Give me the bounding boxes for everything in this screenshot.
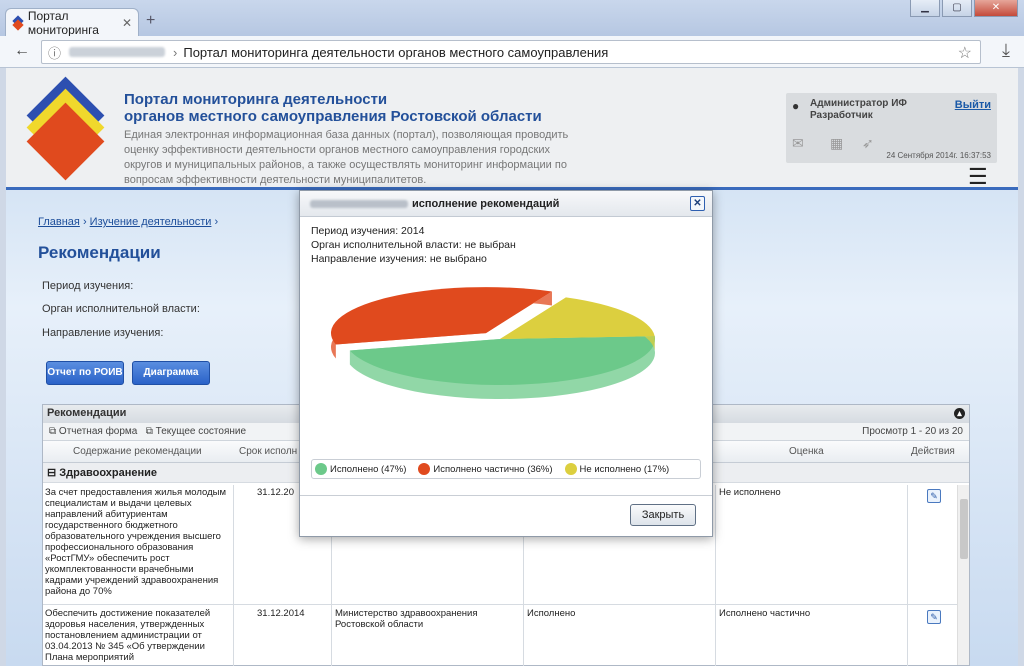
portal-title-line1: Портал мониторинга деятельности <box>124 91 388 108</box>
collapse-icon[interactable]: ▴ <box>954 408 965 419</box>
user-name: Администратор ИФ Разработчик <box>810 98 907 121</box>
browser-window: Портал мониторинга ✕ + ▁ ▢ ✕ ← ⓘ › Порта… <box>0 0 1024 666</box>
dialog-period: Период изучения: 2014 <box>311 225 425 237</box>
dialog-close-icon[interactable]: ✕ <box>690 196 705 211</box>
legend-dot <box>315 463 327 475</box>
bookmark-star-icon[interactable]: ☆ <box>958 43 972 63</box>
legend-item[interactable]: Исполнено частично (36%) <box>418 463 553 475</box>
address-page-title: Портал мониторинга деятельности органов … <box>183 44 609 60</box>
row-term: 31.12.20 <box>257 487 294 498</box>
breadcrumb: Главная › Изучение деятельности › <box>38 216 219 228</box>
breadcrumb-home[interactable]: Главная <box>38 216 80 228</box>
legend-label: Исполнено частично (36%) <box>433 463 553 475</box>
datetime: 24 Сентября 2014г. 16:37:53 <box>886 151 991 160</box>
filter-organ-label: Орган исполнительной власти: <box>42 303 200 315</box>
pie-chart <box>330 287 655 399</box>
portal-title-line2: органов местного самоуправления Ростовск… <box>124 108 542 125</box>
address-bar[interactable]: ⓘ › Портал мониторинга деятельности орга… <box>41 40 981 64</box>
menu-icon[interactable]: ☰ <box>968 166 988 188</box>
row-content: Обеспечить достижение показателей здоров… <box>45 608 211 663</box>
dialog-title-blurred <box>310 200 408 209</box>
maximize-button[interactable]: ▢ <box>942 0 972 17</box>
grid-scrollbar[interactable] <box>957 485 969 665</box>
site-logo <box>26 76 106 181</box>
dialog-organ: Орган исполнительной власти: не выбран <box>311 239 516 251</box>
current-state-link[interactable]: ⧉ Текущее состояние <box>146 426 246 437</box>
row-organ: Министерство здравоохранения Ростовской … <box>335 608 478 630</box>
col-actions: Действия <box>911 446 955 457</box>
legend-dot <box>564 463 577 475</box>
edit-icon[interactable]: ✎ <box>927 489 941 503</box>
window-controls: ▁ ▢ ✕ <box>910 0 1018 17</box>
chart-legend: Исполнено (47%) Исполнено частично (36%) Н… <box>311 459 701 479</box>
tab-close-icon[interactable]: ✕ <box>122 16 132 30</box>
tab-title: Портал мониторинга <box>27 8 99 37</box>
back-arrow-icon[interactable]: ← <box>14 42 30 60</box>
dialog-info: Период изучения: 2014 Орган исполнительн… <box>311 224 516 266</box>
report-form-link[interactable]: ⧉ Отчетная форма <box>49 426 137 437</box>
paging-info: Просмотр 1 - 20 из 20 <box>862 426 963 437</box>
page-info-icon[interactable]: ⓘ <box>48 43 61 62</box>
new-tab-button[interactable]: + <box>146 12 155 30</box>
filter-period-label: Период изучения: <box>42 280 134 292</box>
filter-direction-label: Направление изучения: <box>42 327 164 339</box>
dialog-direction: Направление изучения: не выбрано <box>311 253 487 265</box>
site-header: Портал мониторинга деятельности органов … <box>6 68 1018 190</box>
window-close-button[interactable]: ✕ <box>974 0 1018 17</box>
col-rating[interactable]: Оценка <box>789 446 824 457</box>
legend-label: Исполнено (47%) <box>330 463 407 475</box>
user-icon: ● <box>792 99 800 113</box>
browser-toolbar: ← ⓘ › Портал мониторинга деятельности ор… <box>0 36 1024 68</box>
legend-dot <box>418 463 431 475</box>
portal-description: Единая электронная информационная база д… <box>124 129 569 186</box>
address-host-blurred <box>69 47 166 57</box>
breadcrumb-study[interactable]: Изучение деятельности <box>90 216 212 228</box>
row-content: За счет предоставления жилья молодым спе… <box>45 487 226 597</box>
row-rating: Не исполнено <box>719 487 781 498</box>
portal-title: Портал мониторинга деятельности органов … <box>124 91 542 125</box>
col-content[interactable]: Содержание рекомендации <box>73 446 202 457</box>
col-term[interactable]: Срок исполн <box>239 446 297 457</box>
edit-icon[interactable]: ✎ <box>927 610 941 624</box>
legend-label: Не исполнено (17%) <box>579 463 670 475</box>
minimize-button[interactable]: ▁ <box>910 0 940 17</box>
mail-icon[interactable]: ✉ <box>792 135 804 152</box>
user-panel: ● Администратор ИФ Разработчик Выйти ✉ ▦ … <box>786 93 997 163</box>
row-status: Исполнено <box>527 608 576 619</box>
rocket-icon[interactable]: ➶ <box>862 135 874 152</box>
close-button[interactable]: Закрыть <box>630 504 696 526</box>
logout-link[interactable]: Выйти <box>955 99 991 111</box>
row-term: 31.12.2014 <box>257 608 305 619</box>
chart-button[interactable]: Диаграмма <box>132 361 210 385</box>
download-icon[interactable]: ⤓ <box>1002 40 1010 61</box>
site-favicon-icon <box>12 14 24 31</box>
table-row[interactable]: Обеспечить достижение показателей здоров… <box>43 606 957 666</box>
row-rating: Исполнено частично <box>719 608 811 619</box>
legend-item[interactable]: Исполнено (47%) <box>315 463 406 475</box>
calendar-icon[interactable]: ▦ <box>830 135 843 152</box>
page-title: Рекомендации <box>38 243 161 262</box>
dialog-title: исполнение рекомендаций ✕ <box>300 191 712 217</box>
chart-dialog: исполнение рекомендаций ✕ Период изучени… <box>299 190 713 537</box>
tab-strip: Портал мониторинга ✕ + ▁ ▢ ✕ <box>0 0 1024 37</box>
report-button[interactable]: Отчет по РОИВ <box>46 361 124 385</box>
legend-item[interactable]: Не исполнено (17%) <box>564 463 670 475</box>
browser-tab[interactable]: Портал мониторинга ✕ <box>5 8 139 37</box>
